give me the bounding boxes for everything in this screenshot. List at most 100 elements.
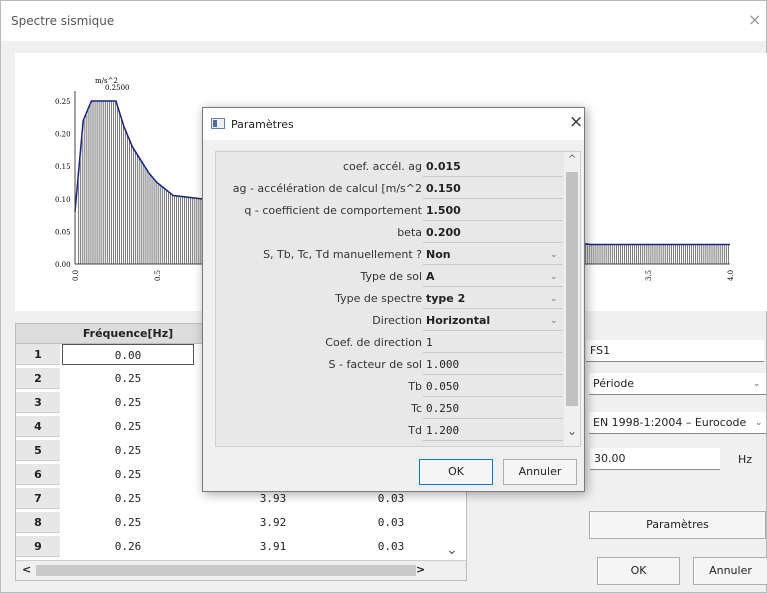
annuler-button[interactable]: Annuler — [693, 557, 767, 585]
property-row[interactable]: Coef. de direction 1 — [216, 332, 566, 354]
property-row[interactable]: S - facteur de sol 1.000 — [216, 354, 566, 376]
x-tick-label: 0.0 — [72, 270, 80, 281]
property-row[interactable]: Type de sol A ⌄ — [216, 266, 566, 288]
property-row[interactable]: Tc 0.250 — [216, 398, 566, 420]
code-select[interactable]: EN 1998-1:2004 – Eurocode ⌄ — [589, 412, 766, 434]
property-row[interactable]: Direction Horizontal ⌄ — [216, 310, 566, 332]
dialog-titlebar: Paramètres × — [203, 108, 584, 140]
dialog-ok-button[interactable]: OK — [419, 459, 493, 485]
row-number-header — [16, 324, 60, 344]
property-label: ag - accélération de calcul [m/s^2 — [232, 182, 422, 195]
property-row[interactable]: Td 1.200 — [216, 420, 566, 442]
frequency-cell[interactable]: 0.25 — [62, 512, 194, 533]
property-label: S, Tb, Tc, Td manuellement ? — [263, 248, 422, 261]
scroll-right-icon[interactable]: > — [416, 563, 425, 576]
dialog-annuler-button[interactable]: Annuler — [503, 459, 577, 485]
property-row[interactable]: Tb 0.050 — [216, 376, 566, 398]
property-label: coef. accél. ag — [343, 160, 422, 173]
frequency-cell[interactable]: 0.26 — [62, 536, 194, 557]
chevron-down-icon[interactable]: ⌄ — [550, 288, 558, 310]
y-tick-label: 0.00 — [55, 261, 71, 269]
frequency-cell[interactable]: 0.25 — [62, 368, 194, 389]
frequency-cell[interactable]: 0.00 — [62, 344, 194, 365]
x-tick-label: 4.0 — [727, 270, 735, 281]
name-field[interactable]: FS1 — [586, 340, 764, 362]
property-label: beta — [397, 226, 422, 239]
number-field[interactable]: 30.00 — [590, 448, 720, 470]
y-tick-label: 0.25 — [55, 98, 71, 106]
property-value[interactable]: 0.015 — [423, 156, 563, 177]
property-value[interactable]: 1.200 — [423, 420, 563, 441]
row-number: 1 — [16, 344, 60, 365]
parametres-dialog: Paramètres × coef. accél. ag 0.015 ag - ac… — [202, 107, 585, 492]
properties-list: coef. accél. ag 0.015 ag - accélération de… — [215, 151, 581, 447]
y-tick-label: 0.05 — [55, 228, 71, 236]
chevron-down-icon[interactable]: ⌄ — [550, 244, 558, 266]
unit-label: Hz — [738, 453, 753, 466]
dialog-close-icon[interactable]: × — [569, 112, 583, 132]
properties-scroll-thumb[interactable] — [566, 172, 578, 406]
window-app-icon-bar — [213, 120, 217, 127]
horizontal-scrollbar[interactable]: < > — [16, 560, 466, 580]
property-value[interactable]: Horizontal — [423, 310, 563, 331]
window-close-icon[interactable]: × — [748, 10, 761, 29]
row-number: 8 — [16, 512, 60, 533]
property-value[interactable]: Non — [423, 244, 563, 265]
property-value[interactable]: 0.250 — [423, 398, 563, 419]
property-label: Type de sol — [360, 270, 422, 283]
chevron-down-icon[interactable]: ⌄ — [550, 266, 558, 288]
scroll-up-icon[interactable]: ^ — [568, 154, 576, 165]
property-value[interactable]: A — [423, 266, 563, 287]
frequency-cell[interactable]: 0.25 — [62, 464, 194, 485]
property-label: Td — [408, 424, 422, 437]
property-row[interactable]: ag - accélération de calcul [m/s^2 0.150 — [216, 178, 566, 200]
horizontal-scroll-thumb[interactable] — [36, 565, 416, 576]
scroll-left-icon[interactable]: < — [22, 563, 31, 576]
window-app-icon — [211, 118, 225, 129]
y-tick-label: 0.20 — [55, 131, 71, 139]
parametres-button[interactable]: Paramètres — [589, 511, 766, 539]
table-row[interactable]: 9 0.26 3.91 0.03 — [16, 536, 446, 557]
x-tick-label: 3.5 — [645, 270, 653, 281]
properties-scrollbar[interactable]: ^ ⌄ — [564, 152, 580, 446]
property-label: Tc — [411, 402, 422, 415]
property-value[interactable]: type 2 — [423, 288, 563, 309]
property-value[interactable]: 1.500 — [423, 200, 563, 221]
property-row[interactable]: coef. accél. ag 0.015 — [216, 156, 566, 178]
property-value[interactable]: 0.200 — [423, 222, 563, 243]
chevron-down-icon: ⌄ — [753, 379, 761, 389]
property-row[interactable]: q - coefficient de comportement 1.500 — [216, 200, 566, 222]
property-label: Type de spectre — [335, 292, 422, 305]
code-select-value: EN 1998-1:2004 – Eurocode — [593, 416, 747, 429]
row-number: 5 — [16, 440, 60, 461]
frequency-cell[interactable]: 0.25 — [62, 488, 194, 509]
peak-value-label: 0.2500 — [105, 84, 130, 92]
property-value[interactable]: 0.150 — [423, 178, 563, 199]
chevron-down-icon: ⌄ — [755, 418, 763, 428]
scroll-down-icon[interactable]: ⌄ — [567, 424, 577, 438]
property-row[interactable]: Type de spectre type 2 ⌄ — [216, 288, 566, 310]
period-cell[interactable]: 3.91 — [228, 536, 318, 557]
period-cell[interactable]: 3.92 — [228, 512, 318, 533]
acceleration-cell[interactable]: 0.03 — [346, 536, 436, 557]
table-row[interactable]: 8 0.25 3.92 0.03 — [16, 512, 446, 533]
row-number: 7 — [16, 488, 60, 509]
property-row[interactable]: S, Tb, Tc, Td manuellement ? Non ⌄ — [216, 244, 566, 266]
property-value[interactable]: 1 — [423, 332, 563, 353]
property-value[interactable]: 1.000 — [423, 354, 563, 375]
property-label: Direction — [372, 314, 422, 327]
type-select[interactable]: Période ⌄ — [589, 373, 766, 395]
ok-button[interactable]: OK — [597, 557, 680, 585]
acceleration-cell[interactable]: 0.03 — [346, 512, 436, 533]
frequency-cell[interactable]: 0.25 — [62, 416, 194, 437]
property-value[interactable]: 0.050 — [423, 376, 563, 397]
scroll-down-icon[interactable]: ⌄ — [446, 542, 458, 558]
column-header-frequence[interactable]: Fréquence[Hz] — [60, 324, 196, 344]
type-select-value: Période — [593, 377, 635, 390]
property-row[interactable]: beta 0.200 — [216, 222, 566, 244]
frequency-cell[interactable]: 0.25 — [62, 440, 194, 461]
property-label: S - facteur de sol — [328, 358, 422, 371]
frequency-cell[interactable]: 0.25 — [62, 392, 194, 413]
property-label: Coef. de direction — [325, 336, 422, 349]
chevron-down-icon[interactable]: ⌄ — [550, 310, 558, 332]
